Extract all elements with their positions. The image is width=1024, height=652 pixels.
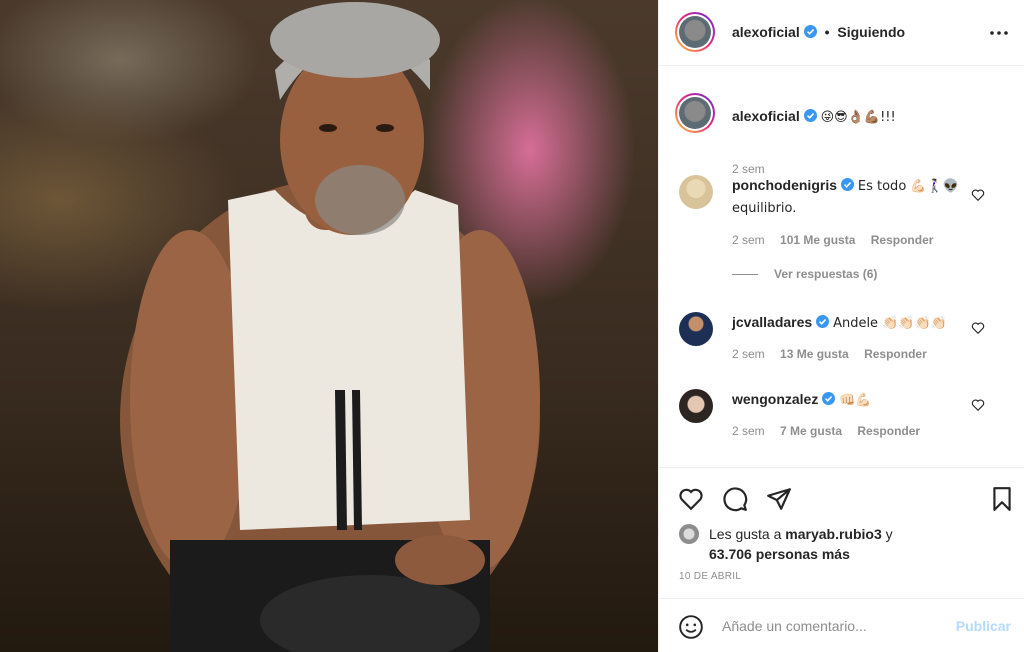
commenter-username[interactable]: ponchodenigris <box>732 177 837 193</box>
verified-badge-icon <box>841 178 854 191</box>
post-actions: Les gusta a maryab.rubio3 y 63.706 perso… <box>659 467 1024 597</box>
heart-icon[interactable] <box>678 486 704 512</box>
post-side-panel: alexoficial • Siguiendo alexoficial 😜😎👌🏽… <box>658 0 1024 652</box>
following-button[interactable]: Siguiendo <box>837 24 905 40</box>
bookmark-icon[interactable] <box>989 486 1015 512</box>
publish-button[interactable]: Publicar <box>956 618 1011 634</box>
reply-button[interactable]: Responder <box>864 347 927 361</box>
likes-prefix: Les gusta a <box>709 526 782 542</box>
emoji-icon[interactable] <box>678 614 704 640</box>
more-options-icon[interactable] <box>987 24 1011 42</box>
verified-badge-icon <box>816 315 830 328</box>
comments-list[interactable]: alexoficial 😜😎👌🏽💪🏽!!! 2 sem ponchodenigr… <box>659 67 1024 467</box>
comment-input[interactable] <box>722 612 942 640</box>
liker-username[interactable]: maryab.rubio3 <box>785 526 881 542</box>
liker-avatar[interactable] <box>679 524 699 544</box>
like-comment-heart-icon[interactable] <box>971 321 985 335</box>
comment-like-count[interactable]: 7 Me gusta <box>780 424 842 438</box>
commenter-username[interactable]: wengonzalez <box>732 391 818 407</box>
instagram-post: alexoficial • Siguiendo alexoficial 😜😎👌🏽… <box>0 0 1024 652</box>
comment-text: Andele 👏🏻👏🏻👏🏻👏🏻 <box>833 316 947 331</box>
like-comment-heart-icon[interactable] <box>971 188 985 202</box>
verified-badge-icon <box>822 392 836 405</box>
like-comment-heart-icon[interactable] <box>971 398 985 412</box>
comment-time: 2 sem <box>732 424 765 438</box>
likes-connector: y <box>885 526 893 542</box>
caption-username[interactable]: alexoficial <box>732 108 800 124</box>
commenter-username[interactable]: jcvalladares <box>732 314 812 330</box>
comment-icon[interactable] <box>722 486 748 512</box>
comment-time: 2 sem <box>732 233 765 247</box>
header-separator: • <box>824 24 830 40</box>
post-date[interactable]: 10 DE ABRIL <box>679 571 741 582</box>
view-replies-label: Ver respuestas (6) <box>774 267 878 281</box>
comment-time: 2 sem <box>732 347 765 361</box>
reply-button[interactable]: Responder <box>871 233 934 247</box>
photo-illustration <box>120 2 540 652</box>
author-avatar[interactable] <box>675 12 715 52</box>
author-username[interactable]: alexoficial <box>732 24 800 40</box>
add-comment-bar: Publicar <box>659 598 1024 652</box>
comment-text: 👊🏻💪🏻 <box>839 393 872 408</box>
likes-others-count[interactable]: 63.706 personas más <box>709 544 850 564</box>
commenter-avatar[interactable] <box>679 175 713 209</box>
commenter-avatar[interactable] <box>679 312 713 346</box>
caption-author-avatar[interactable] <box>675 93 715 133</box>
comment-like-count[interactable]: 101 Me gusta <box>780 233 855 247</box>
commenter-avatar[interactable] <box>679 389 713 423</box>
reply-button[interactable]: Responder <box>857 424 920 438</box>
caption-text: 😜😎👌🏽💪🏽!!! <box>820 110 896 125</box>
post-photo[interactable] <box>0 0 658 652</box>
caption-time: 2 sem <box>732 162 765 176</box>
view-replies-button[interactable]: Ver respuestas (6) <box>732 267 877 281</box>
post-header: alexoficial • Siguiendo <box>659 0 1024 66</box>
comment-like-count[interactable]: 13 Me gusta <box>780 347 849 361</box>
replies-line <box>732 274 758 276</box>
verified-badge-icon <box>803 109 817 122</box>
verified-badge-icon <box>803 25 817 38</box>
share-icon[interactable] <box>766 486 792 512</box>
